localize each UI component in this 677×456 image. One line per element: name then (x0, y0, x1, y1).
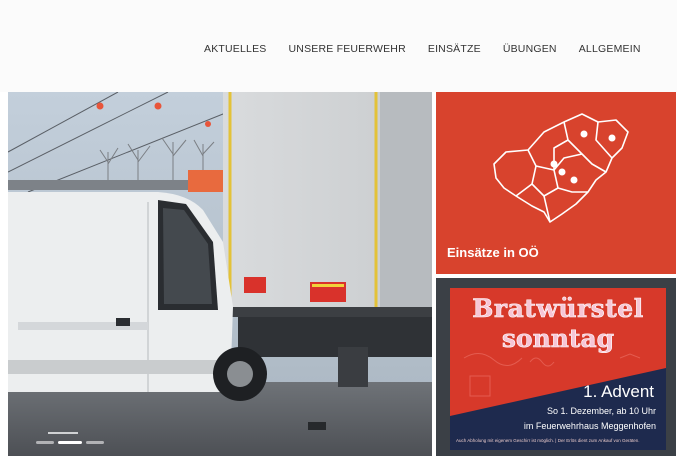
poster-place: im Feuerwehrhaus Meggenhofen (523, 421, 656, 431)
einsaetze-tile[interactable]: Einsätze in OÖ (436, 92, 676, 274)
nav-item-einsaetze[interactable]: EINSÄTZE (428, 43, 481, 55)
slider-dot[interactable] (36, 441, 54, 444)
poster-title-line1: Bratwürstel (472, 294, 644, 324)
einsaetze-tile-label: Einsätze in OÖ (447, 245, 539, 260)
event-poster: Bratwürstel sonntag 1. Advent So 1. Deze… (450, 288, 666, 450)
poster-title-line2: sonntag (501, 324, 615, 354)
site-header: AKTUELLES UNSERE FEUERWEHR EINSÄTZE ÜBUN… (0, 0, 677, 92)
nav-item-allgemein[interactable]: ALLGEMEIN (579, 43, 641, 55)
nav-item-uebungen[interactable]: ÜBUNGEN (503, 43, 557, 55)
hero-slider[interactable] (8, 92, 432, 456)
event-poster-tile[interactable]: Bratwürstel sonntag 1. Advent So 1. Deze… (436, 278, 676, 456)
slider-dot[interactable] (86, 441, 104, 444)
main-nav: AKTUELLES UNSERE FEUERWEHR EINSÄTZE ÜBUN… (204, 43, 663, 55)
slider-indicator[interactable] (36, 441, 104, 444)
poster-fine-print: Auch Abholung mit eigenem Geschirr ist m… (456, 438, 640, 443)
poster-date: So 1. Dezember, ab 10 Uhr (546, 406, 656, 416)
nav-item-unsere-feuerwehr[interactable]: UNSERE FEUERWEHR (289, 43, 406, 55)
nav-item-aktuelles[interactable]: AKTUELLES (204, 43, 267, 55)
slider-dot-active[interactable] (58, 441, 82, 444)
hero-image (8, 92, 432, 456)
poster-subtitle: 1. Advent (583, 382, 654, 401)
